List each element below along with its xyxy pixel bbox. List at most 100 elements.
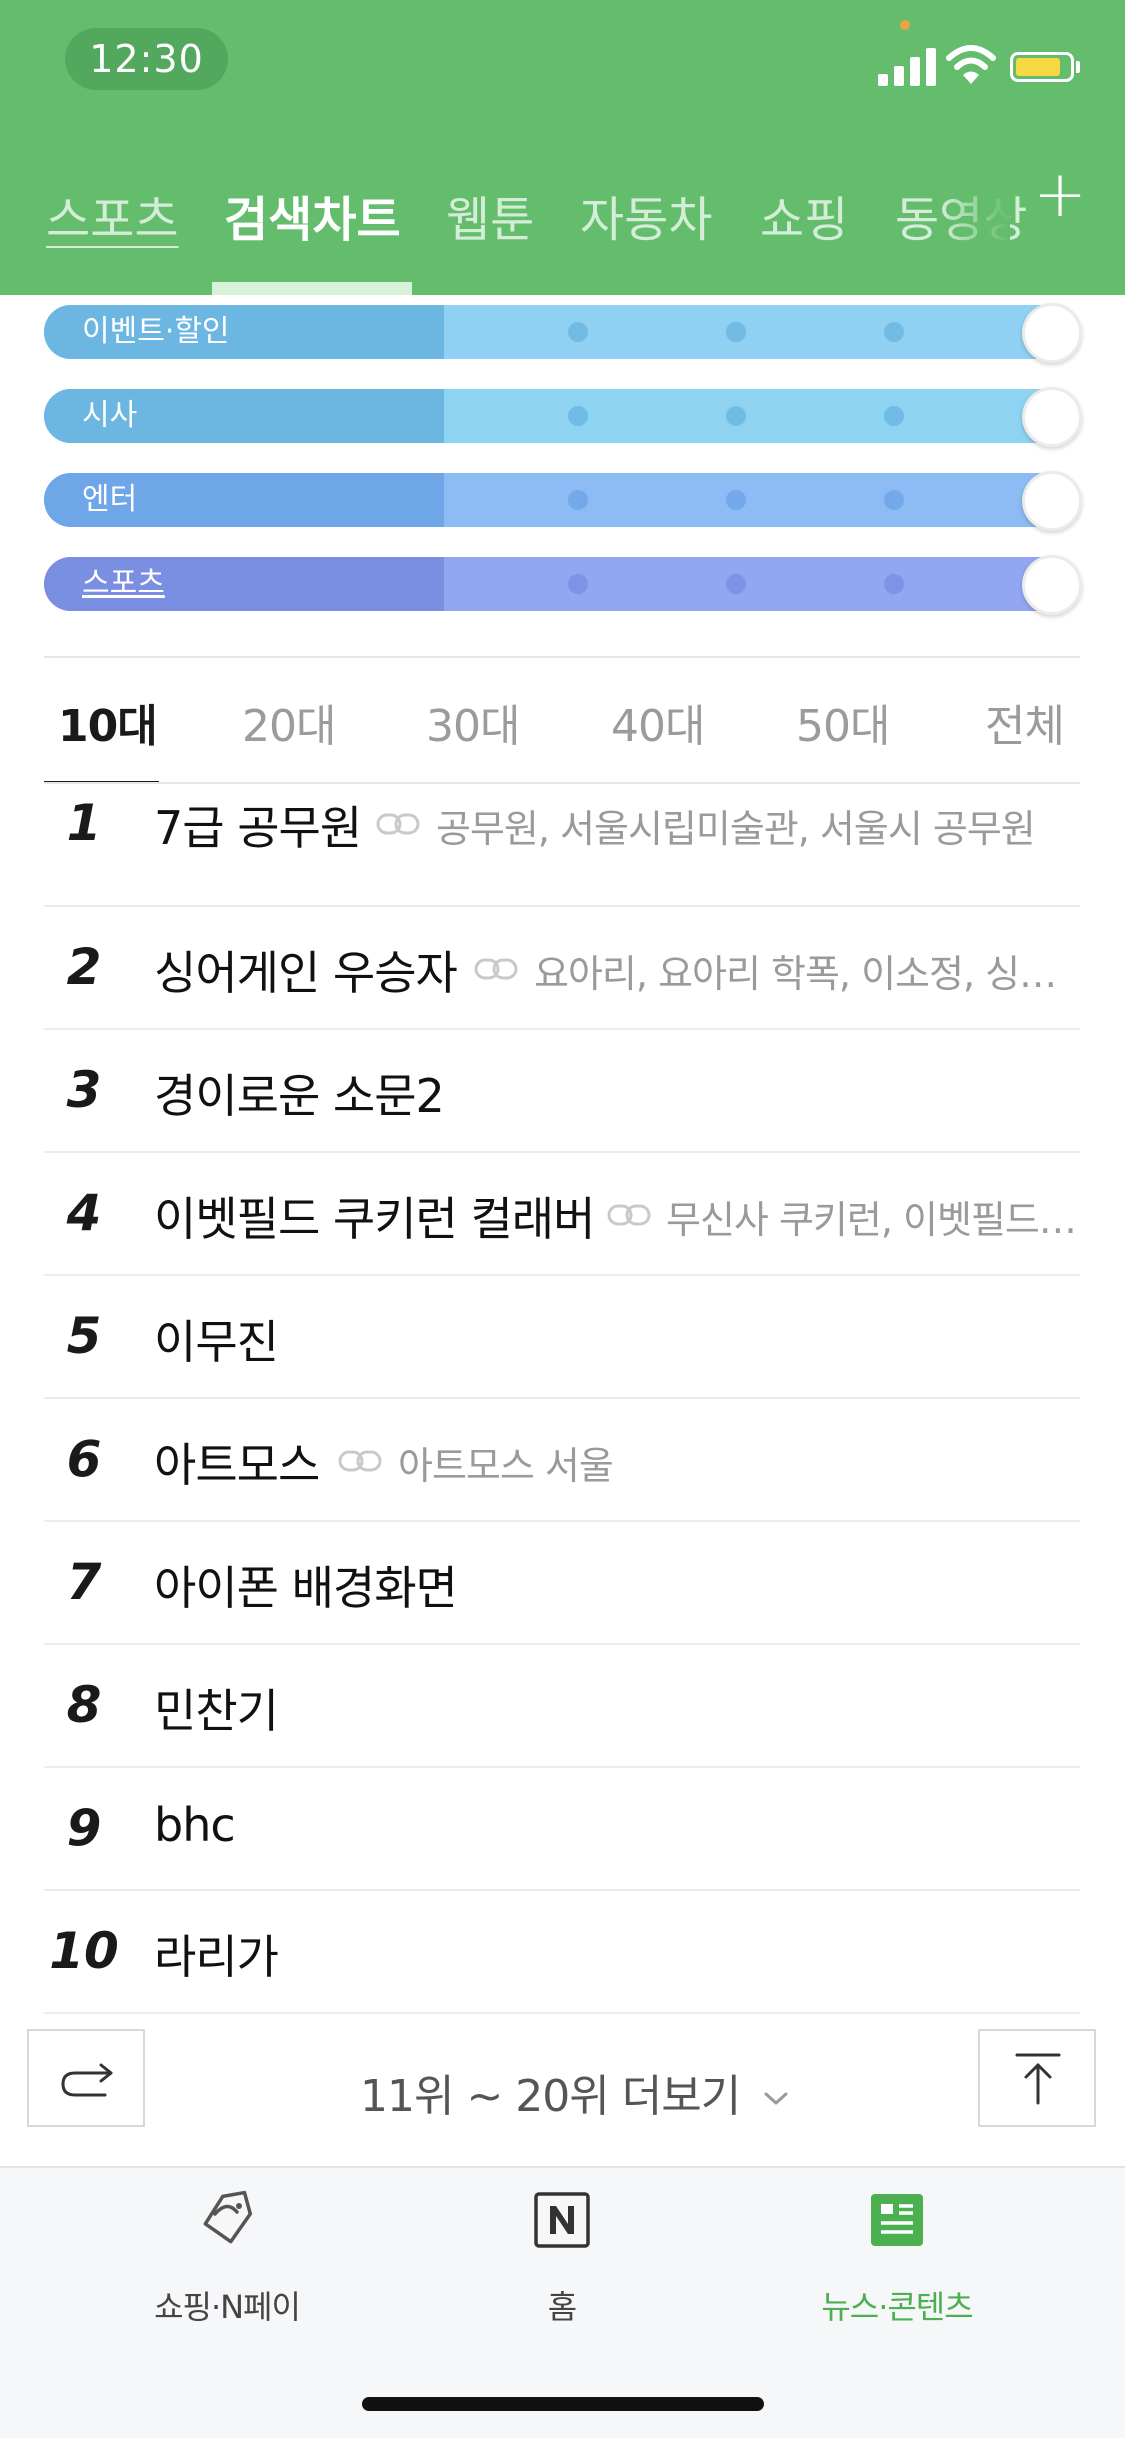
search-term[interactable]: 이무진 (154, 1306, 279, 1372)
ranking-row[interactable]: 7 아이폰 배경화면 (44, 1522, 1080, 1645)
active-tab-indicator (212, 282, 412, 295)
slider-knob[interactable] (1022, 555, 1082, 615)
slider-step-dot (410, 406, 430, 426)
slider-label: 스포츠 (82, 566, 165, 601)
tab-search-chart[interactable]: 검색차트 (224, 180, 401, 250)
scroll-top-icon (1015, 2053, 1061, 2105)
ranking-row[interactable]: 10 라리가 (44, 1891, 1080, 2014)
ranking-row[interactable]: 3 경이로운 소문2 (44, 1030, 1080, 1153)
slider-current-affairs[interactable]: 시사 (44, 387, 1082, 447)
slider-step-dot (726, 490, 746, 510)
age-tab-50s[interactable]: 50대 (796, 690, 890, 754)
ranking-row[interactable]: 8 민찬기 (44, 1645, 1080, 1768)
rank-number: 3 (66, 1061, 102, 1119)
search-term[interactable]: 라리가 (154, 1921, 279, 1987)
age-tab-40s[interactable]: 40대 (611, 690, 705, 754)
category-tabs: 스포츠 검색차트 웹툰 자동차 쇼핑 동영상 (0, 160, 1125, 295)
tab-sports[interactable]: 스포츠 (46, 180, 178, 250)
slider-knob[interactable] (1022, 387, 1082, 447)
search-term[interactable]: 이벳필드 쿠키런 컬래버 (154, 1183, 595, 1249)
naver-n-icon (534, 2192, 590, 2248)
search-term[interactable]: 아이폰 배경화면 (154, 1552, 458, 1618)
wifi-icon (946, 45, 996, 84)
search-term[interactable]: 경이로운 소문2 (154, 1060, 445, 1126)
slider-step-dot (884, 406, 904, 426)
rank-number: 9 (66, 1799, 102, 1857)
slider-step-dot (726, 406, 746, 426)
slider-step-dot (568, 574, 588, 594)
ranking-row[interactable]: 4 이벳필드 쿠키런 컬래버 무신사 쿠키런, 이벳필드 쿠키런 (44, 1153, 1080, 1276)
slider-step-dot (726, 574, 746, 594)
battery-icon (1010, 52, 1074, 82)
nav-news-contents[interactable]: 뉴스·콘텐츠 (777, 2190, 1017, 2326)
rank-number: 6 (66, 1430, 102, 1488)
slider-knob[interactable] (1022, 471, 1082, 531)
slider-step-dot (884, 490, 904, 510)
slider-knob[interactable] (1022, 303, 1082, 363)
add-tab-button[interactable]: + (1030, 163, 1090, 227)
link-icon (338, 1450, 382, 1472)
share-icon (61, 2063, 113, 2097)
slider-sports[interactable]: 스포츠 (44, 555, 1082, 615)
news-icon (871, 2194, 923, 2246)
age-tab-30s[interactable]: 30대 (426, 690, 520, 754)
age-tab-10s[interactable]: 10대 (58, 690, 158, 754)
slider-step-dot (726, 322, 746, 342)
slider-event-sale[interactable]: 이벤트·할인 (44, 303, 1082, 363)
section-divider (44, 656, 1080, 658)
rank-number: 7 (66, 1553, 102, 1611)
search-term[interactable]: 민찬기 (154, 1675, 279, 1741)
slider-label: 시사 (82, 398, 138, 433)
tab-webtoon[interactable]: 웹툰 (446, 180, 534, 250)
rank-number: 5 (66, 1307, 102, 1365)
cellular-signal-icon (878, 44, 938, 86)
ranking-row[interactable]: 9 bhc (44, 1768, 1080, 1891)
more-results-button[interactable]: 11위 ~ 20위 더보기 (360, 2060, 791, 2124)
related-keywords[interactable]: 요아리, 요아리 학폭, 이소정, 싱어게인 (534, 943, 1080, 998)
link-icon (607, 1204, 651, 1226)
search-term[interactable]: 싱어게인 우승자 (154, 937, 458, 1003)
scroll-to-top-button[interactable] (978, 2029, 1096, 2127)
ranking-row[interactable]: 6 아트모스 아트모스 서울 (44, 1399, 1080, 1522)
nav-label: 쇼핑·N페이 (154, 2288, 301, 2326)
nav-home[interactable]: 홈 (442, 2190, 682, 2326)
age-tab-all[interactable]: 전체 (985, 690, 1065, 754)
slider-step-dot (568, 322, 588, 342)
link-icon (474, 958, 518, 980)
tab-car[interactable]: 자동차 (580, 180, 712, 250)
search-term[interactable]: bhc (154, 1798, 236, 1852)
tab-fade-overlay (940, 160, 1010, 295)
slider-entertainment[interactable]: 엔터 (44, 471, 1082, 531)
slider-step-dot (410, 574, 430, 594)
search-term[interactable]: 7급 공무원 (154, 792, 362, 858)
rank-number: 1 (66, 794, 102, 852)
related-keywords[interactable]: 공무원, 서울시립미술관, 서울시 공무원 (436, 798, 1080, 853)
tab-shopping[interactable]: 쇼핑 (760, 180, 848, 250)
privacy-indicator-dot (900, 20, 910, 30)
search-term[interactable]: 아트모스 (154, 1429, 320, 1495)
age-tab-20s[interactable]: 20대 (242, 690, 336, 754)
more-results-label: 11위 ~ 20위 더보기 (360, 2071, 741, 2122)
slider-step-dot (884, 574, 904, 594)
slider-step-dot (568, 490, 588, 510)
slider-label: 엔터 (82, 482, 138, 517)
nav-shopping-npay[interactable]: 쇼핑·N페이 (107, 2190, 347, 2326)
slider-step-dot (410, 490, 430, 510)
related-keywords[interactable]: 아트모스 서울 (398, 1435, 1080, 1490)
status-time: 12:30 (65, 28, 228, 90)
slider-step-dot (410, 322, 430, 342)
ranking-row[interactable]: 2 싱어게인 우승자 요아리, 요아리 학폭, 이소정, 싱어게인 (44, 907, 1080, 1030)
battery-tip (1076, 61, 1080, 73)
battery-level (1016, 58, 1060, 76)
slider-step-dot (568, 406, 588, 426)
rank-number: 8 (66, 1676, 102, 1734)
ranking-row[interactable]: 5 이무진 (44, 1276, 1080, 1399)
related-keywords[interactable]: 무신사 쿠키런, 이벳필드 쿠키런 (666, 1189, 1080, 1244)
rank-number: 10 (49, 1922, 119, 1980)
share-button[interactable] (27, 2029, 145, 2127)
home-indicator[interactable] (362, 2397, 764, 2411)
nav-label: 뉴스·콘텐츠 (821, 2288, 973, 2326)
ranking-row[interactable]: 1 7급 공무원 공무원, 서울시립미술관, 서울시 공무원 (44, 784, 1080, 907)
row-divider (44, 2012, 1080, 2014)
rank-number: 2 (66, 938, 102, 996)
